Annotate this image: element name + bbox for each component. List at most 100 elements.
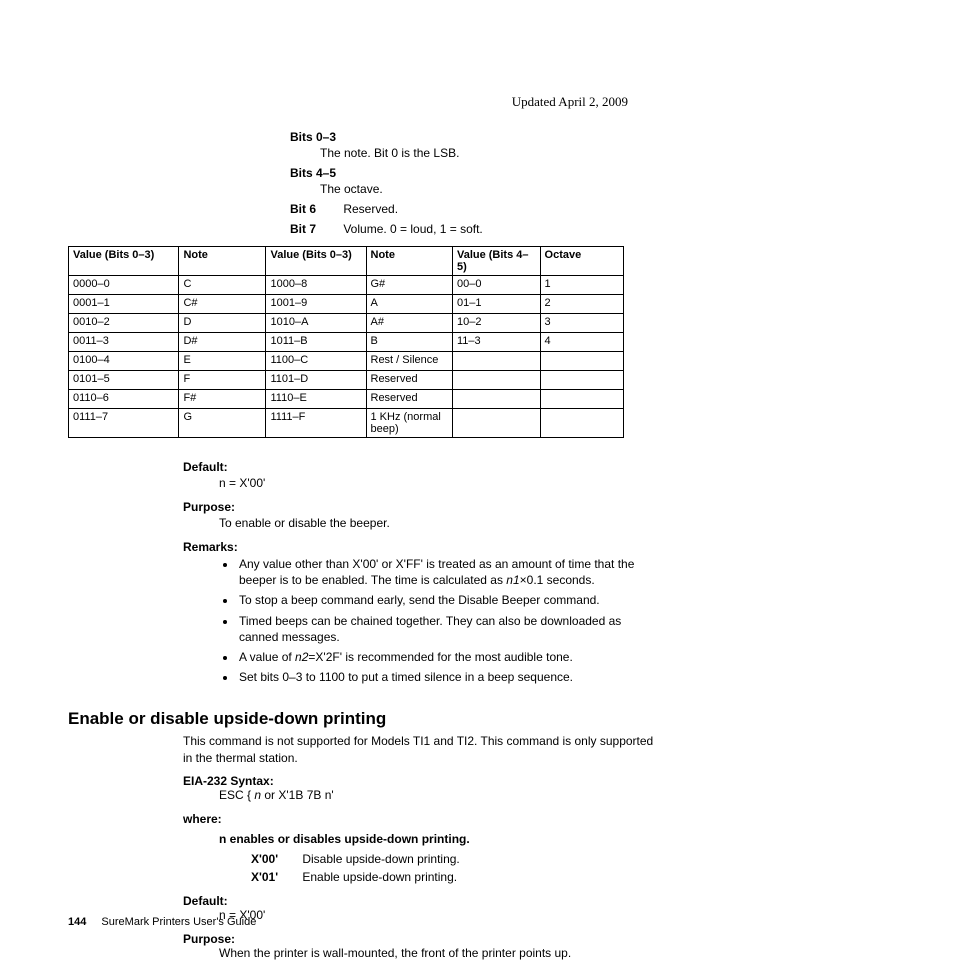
table-cell: 1111–F (266, 409, 366, 438)
table-cell: 4 (540, 333, 623, 352)
th-octave: Octave (540, 247, 623, 276)
page-number: 144 (68, 916, 86, 928)
table-cell: G (179, 409, 266, 438)
bit-6-def: Reserved. (343, 202, 398, 216)
remark-item: A value of n2=X'2F' is recommended for t… (237, 649, 663, 665)
default-label: Default: (183, 460, 663, 474)
th-note-b: Note (366, 247, 452, 276)
remark-item: Set bits 0–3 to 1100 to put a timed sile… (237, 669, 663, 685)
option-x00: X'00' Disable upside-down printing. (251, 852, 663, 866)
table-cell: 1011–B (266, 333, 366, 352)
syntax-label: EIA-232 Syntax: (183, 774, 663, 788)
table-cell (452, 390, 540, 409)
table-row: 0110–6F#1110–EReserved (69, 390, 624, 409)
table-cell: G# (366, 276, 452, 295)
table-cell: A# (366, 314, 452, 333)
table-cell: 1110–E (266, 390, 366, 409)
table-cell: C# (179, 295, 266, 314)
purpose-label-2: Purpose: (183, 932, 663, 946)
section-intro: This command is not supported for Models… (183, 733, 663, 765)
table-cell: 1000–8 (266, 276, 366, 295)
th-note-a: Note (179, 247, 266, 276)
table-cell: 1100–C (266, 352, 366, 371)
updated-date: Updated April 2, 2009 (68, 94, 628, 110)
table-cell: D# (179, 333, 266, 352)
remarks-label: Remarks: (183, 540, 663, 554)
table-cell: 1001–9 (266, 295, 366, 314)
remark-text: =X'2F' is recommended for the most audib… (308, 650, 572, 664)
page-content: Updated April 2, 2009 Bits 0–3 The note.… (68, 80, 888, 960)
table-cell: 0000–0 (69, 276, 179, 295)
table-cell (452, 371, 540, 390)
table-cell: 0110–6 (69, 390, 179, 409)
purpose-label: Purpose: (183, 500, 663, 514)
option-key: X'01' (251, 870, 299, 884)
table-cell (452, 409, 540, 438)
note-value-table: Value (Bits 0–3) Note Value (Bits 0–3) N… (68, 246, 624, 438)
table-cell: 1010–A (266, 314, 366, 333)
table-cell: Reserved (366, 390, 452, 409)
table-cell: Rest / Silence (366, 352, 452, 371)
table-row: 0101–5F1101–DReserved (69, 371, 624, 390)
default-value-2: n = X'00' (219, 908, 663, 922)
bit-6-term: Bit 6 (290, 202, 332, 216)
th-value-bits-0-3-b: Value (Bits 0–3) (266, 247, 366, 276)
bit-7-def: Volume. 0 = loud, 1 = soft. (343, 222, 482, 236)
table-cell: D (179, 314, 266, 333)
table-row: 0011–3D#1011–BB11–34 (69, 333, 624, 352)
table-cell: 1101–D (266, 371, 366, 390)
default-value: n = X'00' (219, 476, 663, 490)
table-row: 0000–0C1000–8G#00–01 (69, 276, 624, 295)
bit-7-term: Bit 7 (290, 222, 332, 236)
table-row: 0010–2D1010–AA#10–23 (69, 314, 624, 333)
remark-var: n1 (506, 573, 519, 587)
table-cell: 2 (540, 295, 623, 314)
table-cell: C (179, 276, 266, 295)
footer-title: SureMark Printers User's Guide (101, 916, 256, 928)
table-row: 0001–1C#1001–9A01–12 (69, 295, 624, 314)
default-purpose-remarks: Default: n = X'00' Purpose: To enable or… (183, 460, 663, 685)
syntax-value: ESC { n or X'1B 7B n' (219, 788, 663, 802)
table-cell: 0011–3 (69, 333, 179, 352)
where-intro: n enables or disables upside-down printi… (219, 832, 663, 846)
option-key: X'00' (251, 852, 299, 866)
table-cell: B (366, 333, 452, 352)
table-cell: 0100–4 (69, 352, 179, 371)
table-cell: 0001–1 (69, 295, 179, 314)
table-cell: 1 KHz (normal beep) (366, 409, 452, 438)
table-cell: E (179, 352, 266, 371)
remark-item: To stop a beep command early, send the D… (237, 592, 663, 608)
table-cell: F (179, 371, 266, 390)
remarks-list: Any value other than X'00' or X'FF' is t… (183, 556, 663, 685)
table-cell (452, 352, 540, 371)
table-cell: 00–0 (452, 276, 540, 295)
table-cell: 0010–2 (69, 314, 179, 333)
th-value-bits-0-3-a: Value (Bits 0–3) (69, 247, 179, 276)
option-x01: X'01' Enable upside-down printing. (251, 870, 663, 884)
table-cell (540, 390, 623, 409)
th-value-bits-4-5: Value (Bits 4–5) (452, 247, 540, 276)
bits-0-3-term: Bits 0–3 (290, 130, 336, 144)
table-cell: 11–3 (452, 333, 540, 352)
table-row: 0100–4E1100–CRest / Silence (69, 352, 624, 371)
table-cell: 0101–5 (69, 371, 179, 390)
table-cell (540, 409, 623, 438)
bits-definitions: Bits 0–3 The note. Bit 0 is the LSB. Bit… (290, 130, 710, 236)
remark-text: A value of (239, 650, 295, 664)
syntax-text: ESC { (219, 788, 254, 802)
bits-4-5-term: Bits 4–5 (290, 166, 336, 180)
page-footer: 144 SureMark Printers User's Guide (68, 916, 256, 928)
syntax-text: or X'1B 7B n' (261, 788, 334, 802)
table-cell: Reserved (366, 371, 452, 390)
purpose-value-2: When the printer is wall-mounted, the fr… (219, 946, 663, 960)
table-row: 0111–7G1111–F1 KHz (normal beep) (69, 409, 624, 438)
section-heading-upside-down: Enable or disable upside-down printing (68, 709, 888, 729)
table-cell: 0111–7 (69, 409, 179, 438)
table-cell: 01–1 (452, 295, 540, 314)
table-cell: 1 (540, 276, 623, 295)
table-cell: 10–2 (452, 314, 540, 333)
option-value: Enable upside-down printing. (302, 870, 457, 884)
where-label: where: (183, 812, 663, 826)
table-cell (540, 352, 623, 371)
table-cell: F# (179, 390, 266, 409)
